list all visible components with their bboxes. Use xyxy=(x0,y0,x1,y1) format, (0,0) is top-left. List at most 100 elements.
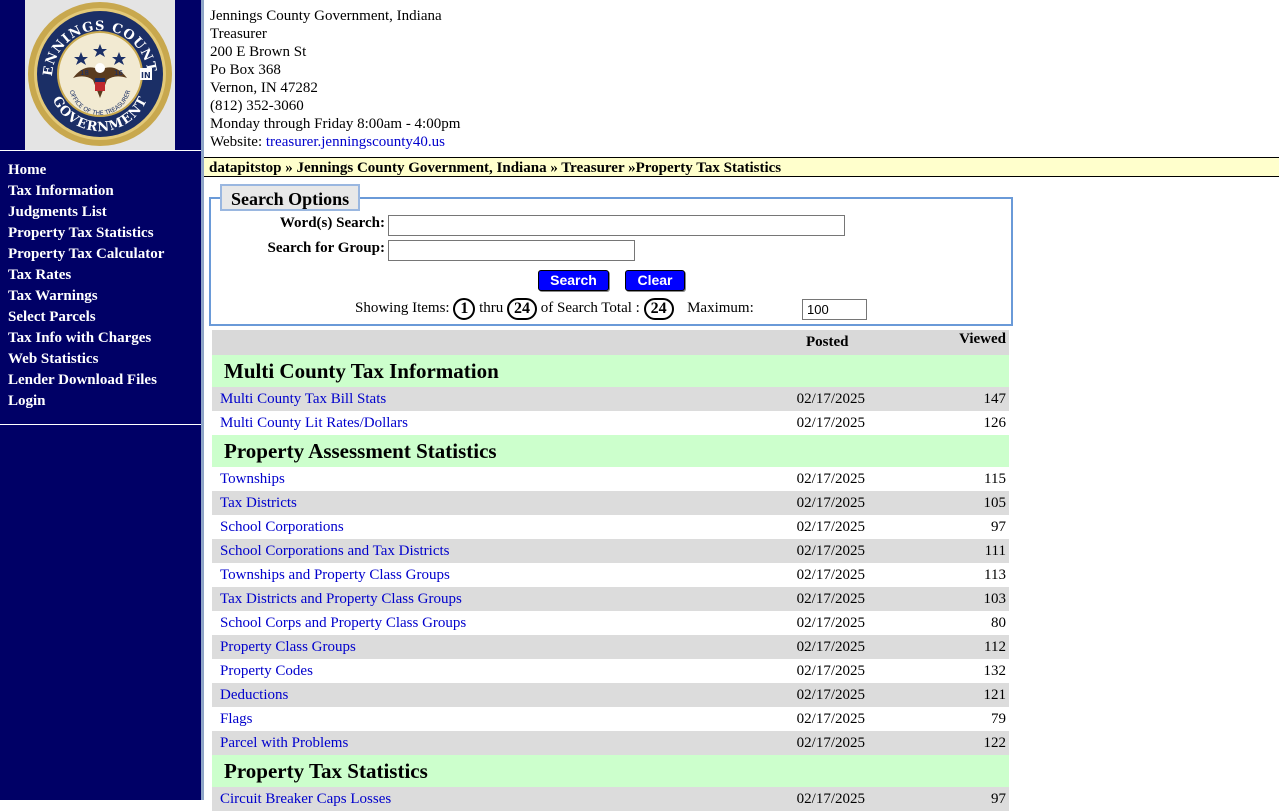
posted-date: 02/17/2025 xyxy=(796,495,865,511)
view-count: 147 xyxy=(983,391,1007,407)
report-link[interactable]: Multi County Tax Bill Stats xyxy=(220,387,386,411)
table-row: Flags 02/17/2025 79 xyxy=(212,707,1009,731)
sidebar-item-property-tax-statistics[interactable]: Property Tax Statistics xyxy=(8,223,164,244)
view-count: 105 xyxy=(983,495,1007,511)
office-hours: Monday through Friday 8:00am - 4:00pm xyxy=(210,116,461,132)
viewed-column-header: Viewed xyxy=(959,331,1006,347)
posted-date: 02/17/2025 xyxy=(796,663,865,679)
view-count: 79 xyxy=(991,711,1006,727)
table-row: Tax Districts 02/17/2025 105 xyxy=(212,491,1009,515)
table-row: Tax Districts and Property Class Groups 0… xyxy=(212,587,1009,611)
view-count: 112 xyxy=(984,639,1006,655)
report-link[interactable]: School Corporations xyxy=(220,515,344,539)
maximum-input[interactable] xyxy=(802,299,867,320)
sidebar-item-login[interactable]: Login xyxy=(8,391,164,412)
org-name: Jennings County Government, Indiana xyxy=(210,8,442,24)
website-label: Website: xyxy=(210,134,266,150)
dept-name: Treasurer xyxy=(210,26,267,42)
range-from-badge: 1 xyxy=(453,297,476,320)
posted-date: 02/17/2025 xyxy=(796,567,865,583)
breadcrumb: datapitstop » Jennings County Government… xyxy=(204,157,1279,177)
view-count: 97 xyxy=(991,791,1006,807)
posted-date: 02/17/2025 xyxy=(796,687,865,703)
sidebar-item-select-parcels[interactable]: Select Parcels xyxy=(8,307,164,328)
table-row: Property Codes 02/17/2025 132 xyxy=(212,659,1009,683)
posted-date: 02/17/2025 xyxy=(796,471,865,487)
group-header: Multi County Tax Information xyxy=(212,355,1009,387)
table-row: School Corporations and Tax Districts 02/… xyxy=(212,539,1009,563)
sidebar-separator xyxy=(201,0,204,800)
table-row: School Corps and Property Class Groups 02… xyxy=(212,611,1009,635)
report-link[interactable]: Multi County Lit Rates/Dollars xyxy=(220,411,408,435)
view-count: 121 xyxy=(983,687,1007,703)
sidebar-item-tax-warnings[interactable]: Tax Warnings xyxy=(8,286,164,307)
group-header: Property Assessment Statistics xyxy=(212,435,1009,467)
sidebar-item-lender-download-files[interactable]: Lender Download Files xyxy=(8,370,164,391)
posted-date: 02/17/2025 xyxy=(796,791,865,807)
treasurer-seal-icon: JENNINGS COUNTY GOVERNMENT OFFICE OF THE… xyxy=(25,0,172,146)
sidebar-item-property-tax-calculator[interactable]: Property Tax Calculator xyxy=(8,244,164,265)
county-seal-logo[interactable]: JENNINGS COUNTY GOVERNMENT OFFICE OF THE… xyxy=(25,0,175,150)
phone-number: (812) 352-3060 xyxy=(210,98,304,114)
table-row: Parcel with Problems 02/17/2025 122 xyxy=(212,731,1009,755)
report-link[interactable]: Parcel with Problems xyxy=(220,731,348,755)
maximum-label: Maximum: xyxy=(687,300,754,316)
table-row: Property Class Groups 02/17/2025 112 xyxy=(212,635,1009,659)
sidebar-nav: Home Tax Information Judgments List Prop… xyxy=(8,160,164,412)
table-row: Townships 02/17/2025 115 xyxy=(212,467,1009,491)
report-link[interactable]: Tax Districts xyxy=(220,491,297,515)
svg-text:16: 16 xyxy=(114,69,123,77)
website-link[interactable]: treasurer.jenningscounty40.us xyxy=(266,134,445,150)
view-count: 113 xyxy=(984,567,1006,583)
website-line: Website: treasurer.jenningscounty40.us xyxy=(210,133,460,151)
group-search-input[interactable] xyxy=(388,240,635,261)
words-search-input[interactable] xyxy=(388,215,845,236)
report-link[interactable]: School Corps and Property Class Groups xyxy=(220,611,466,635)
report-link[interactable]: Flags xyxy=(220,707,253,731)
report-link[interactable]: Tax Districts and Property Class Groups xyxy=(220,587,462,611)
group-header: Property Tax Statistics xyxy=(212,755,1009,787)
posted-date: 02/17/2025 xyxy=(796,639,865,655)
posted-date: 02/17/2025 xyxy=(796,391,865,407)
posted-date: 02/17/2025 xyxy=(796,519,865,535)
table-row: School Corporations 02/17/2025 97 xyxy=(212,515,1009,539)
city-state-zip: Vernon, IN 47282 xyxy=(210,80,318,96)
table-row: Multi County Lit Rates/Dollars 02/17/2025… xyxy=(212,411,1009,435)
words-search-label: Word(s) Search: xyxy=(279,215,385,231)
posted-column-header: Posted xyxy=(806,334,849,350)
thru-label: thru xyxy=(479,300,504,316)
sidebar-item-tax-info-with-charges[interactable]: Tax Info with Charges xyxy=(8,328,164,349)
sidebar-item-tax-information[interactable]: Tax Information xyxy=(8,181,164,202)
view-count: 132 xyxy=(983,663,1007,679)
report-link[interactable]: Property Codes xyxy=(220,659,313,683)
report-link[interactable]: Deductions xyxy=(220,683,288,707)
sidebar-item-home[interactable]: Home xyxy=(8,160,164,181)
report-link[interactable]: School Corporations and Tax Districts xyxy=(220,539,449,563)
sidebar-item-web-statistics[interactable]: Web Statistics xyxy=(8,349,164,370)
office-address: Jennings County Government, Indiana Trea… xyxy=(210,7,460,151)
search-button[interactable]: Search xyxy=(538,270,609,291)
search-options-legend: Search Options xyxy=(220,184,361,211)
sidebar-item-tax-rates[interactable]: Tax Rates xyxy=(8,265,164,286)
table-header: Posted Viewed xyxy=(212,330,1009,355)
street-address: 200 E Brown St xyxy=(210,44,307,60)
report-link[interactable]: Property Class Groups xyxy=(220,635,356,659)
showing-label: Showing Items: xyxy=(355,300,450,316)
posted-date: 02/17/2025 xyxy=(796,735,865,751)
table-row: Deductions 02/17/2025 121 xyxy=(212,683,1009,707)
table-row: Townships and Property Class Groups 02/17… xyxy=(212,563,1009,587)
view-count: 122 xyxy=(983,735,1007,751)
view-count: 103 xyxy=(983,591,1007,607)
sidebar-item-judgments-list[interactable]: Judgments List xyxy=(8,202,164,223)
svg-text:IN: IN xyxy=(141,71,151,80)
group-search-label: Search for Group: xyxy=(267,240,385,256)
search-total-badge: 24 xyxy=(643,297,674,320)
report-link[interactable]: Townships and Property Class Groups xyxy=(220,563,450,587)
sidebar: JENNINGS COUNTY GOVERNMENT OFFICE OF THE… xyxy=(0,0,201,800)
clear-button[interactable]: Clear xyxy=(625,270,685,291)
table-row: Multi County Tax Bill Stats 02/17/2025 147 xyxy=(212,387,1009,411)
view-count: 97 xyxy=(991,519,1006,535)
posted-date: 02/17/2025 xyxy=(796,543,865,559)
report-link[interactable]: Circuit Breaker Caps Losses xyxy=(220,787,391,811)
report-link[interactable]: Townships xyxy=(220,467,285,491)
